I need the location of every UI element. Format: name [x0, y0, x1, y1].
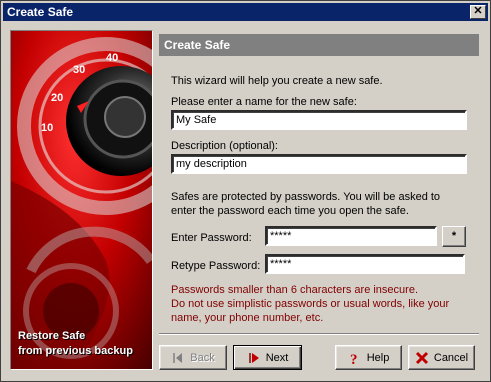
svg-text:40: 40 — [106, 52, 118, 64]
next-button-label: Next — [265, 351, 289, 364]
help-button[interactable]: ? Help — [335, 345, 402, 370]
svg-text:20: 20 — [51, 92, 63, 104]
retype-label: Retype Password: — [171, 260, 261, 272]
safe-name-input[interactable] — [171, 110, 467, 130]
svg-text:?: ? — [350, 352, 358, 365]
password-input[interactable] — [265, 226, 437, 246]
next-button[interactable]: Next — [233, 345, 302, 370]
name-label: Please enter a name for the new safe: — [171, 96, 357, 108]
show-password-button[interactable]: * — [442, 226, 466, 247]
password-info-line1: Safes are protected by passwords. You wi… — [171, 191, 441, 203]
title-bar: Create Safe ✕ — [3, 3, 488, 21]
warning-line3: name, your phone number, etc. — [171, 312, 324, 324]
back-arrow-icon — [173, 352, 183, 363]
description-input[interactable] — [171, 154, 467, 174]
back-button-label: Back — [190, 351, 215, 364]
password-label: Enter Password: — [171, 232, 252, 244]
cancel-x-icon — [415, 351, 428, 364]
cancel-button-label: Cancel — [433, 351, 469, 364]
help-button-label: Help — [366, 351, 390, 364]
intro-text: This wizard will help you create a new s… — [171, 75, 383, 87]
back-button[interactable]: Back — [159, 345, 227, 370]
warning-line2: Do not use simplistic passwords or usual… — [171, 298, 450, 310]
retype-password-input[interactable] — [265, 254, 465, 274]
password-warning: Passwords smaller than 6 characters are … — [171, 283, 449, 325]
restore-safe-link[interactable]: Restore Safe from previous backup — [18, 329, 133, 359]
safe-dial-image: 20 10 30 40 — [11, 31, 152, 369]
close-button[interactable]: ✕ — [470, 5, 486, 19]
help-icon: ? — [350, 352, 358, 365]
button-separator — [159, 333, 479, 335]
side-panel: 20 10 30 40 Restore Safe from previous b… — [10, 30, 153, 370]
window-title: Create Safe — [7, 5, 74, 19]
cancel-button[interactable]: Cancel — [408, 345, 475, 370]
next-arrow-icon — [248, 352, 259, 363]
page-header: Create Safe — [159, 34, 479, 56]
description-label: Description (optional): — [171, 140, 278, 152]
svg-text:10: 10 — [41, 122, 53, 134]
warning-line1: Passwords smaller than 6 characters are … — [171, 284, 418, 296]
svg-text:30: 30 — [73, 64, 85, 76]
password-info-line2: enter the password each time you open th… — [171, 205, 409, 217]
